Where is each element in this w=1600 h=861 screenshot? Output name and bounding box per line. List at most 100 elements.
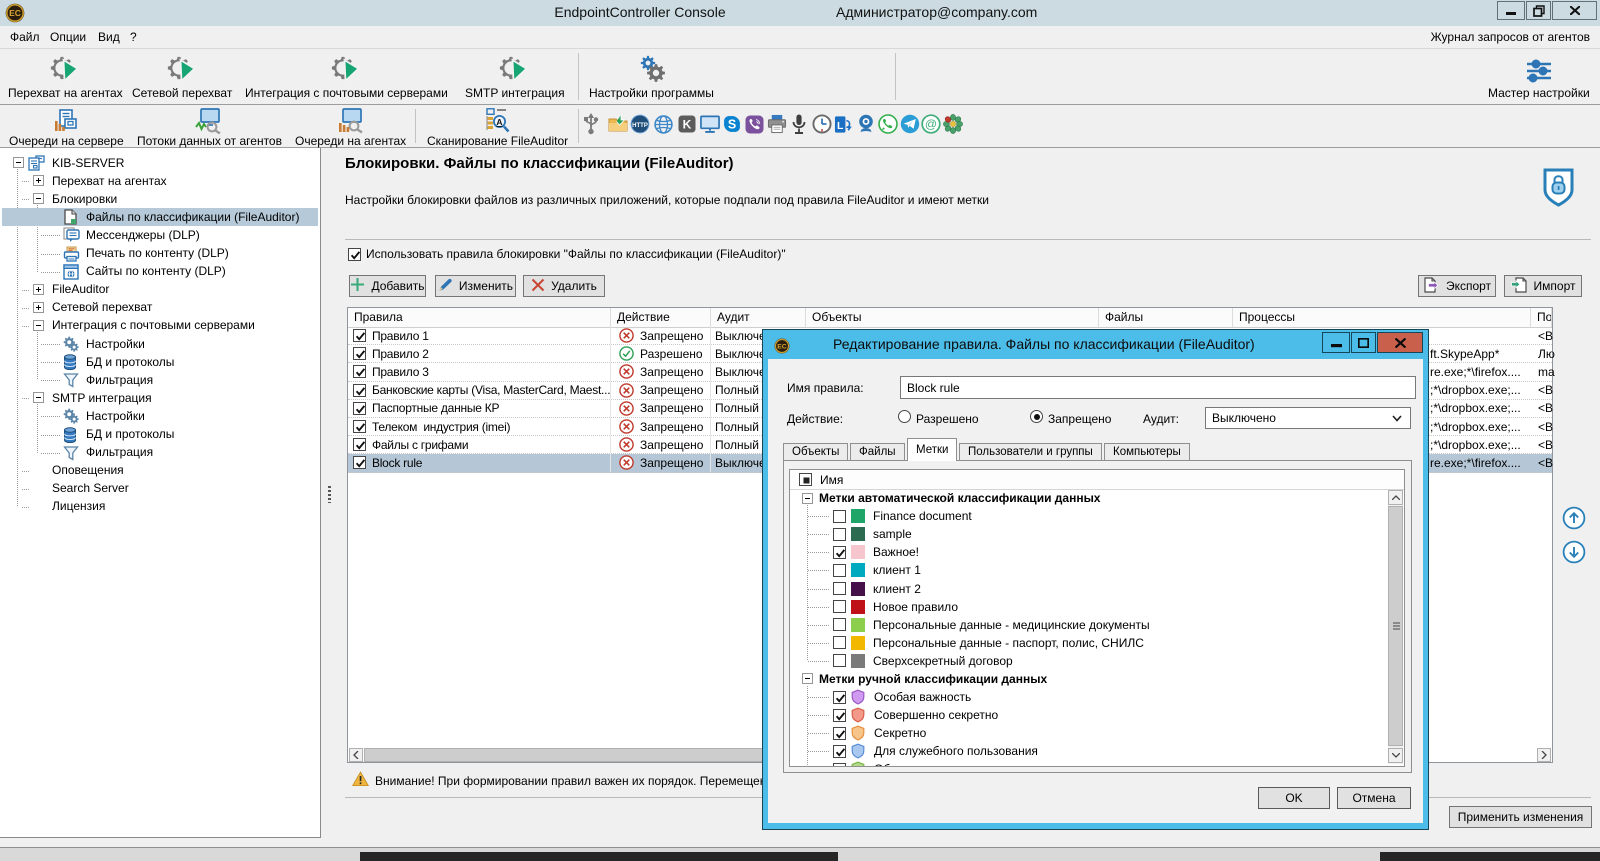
menu-4[interactable]: ? [130,30,137,44]
toolbar-button-3[interactable]: Интеграция с почтовыми серверами [245,49,448,104]
tree-item-настройки[interactable]: Настройки [0,335,320,353]
rule-name-input[interactable]: Block rule [900,376,1416,399]
collapse-expander[interactable] [13,157,24,168]
label-item[interactable]: клиент 1 [790,561,1389,579]
tree-item-fileauditor[interactable]: FileAuditor [0,281,320,299]
agents-request-log-link[interactable]: Журнал запросов от агентов [1431,30,1590,44]
label-item[interactable]: Важное! [790,543,1389,561]
label-checkbox[interactable] [833,654,846,667]
use-rules-checkbox[interactable]: Использовать правила блокировки "Файлы п… [348,247,786,261]
dialog-maximize-button[interactable] [1351,332,1376,353]
menu-3[interactable]: Вид [98,30,120,44]
tree-item-сайты-по-контенту-dlp-[interactable]: Сайты по контенту (DLP) [0,263,320,281]
toolbar2-button-4[interactable]: A Сканирование FileAuditor [427,105,568,147]
label-checkbox[interactable] [833,600,846,613]
expand-expander[interactable] [33,175,44,186]
label-checkbox[interactable] [833,709,846,722]
collapse-expander[interactable] [802,673,813,684]
column-header-7[interactable]: Пользователи [1531,308,1552,327]
move-up-button[interactable] [1562,506,1586,533]
channel-mail-at-icon[interactable]: @ [921,111,941,137]
channel-whatsapp-icon[interactable] [878,111,898,137]
channel-monitor-icon[interactable] [700,111,720,137]
label-checkbox[interactable] [833,582,846,595]
channel-flower-icon[interactable] [943,111,963,137]
toolbar-button-1[interactable]: Перехват на агентах [8,49,123,104]
tree-item-оповещения[interactable]: Оповещения [0,462,320,480]
channel-http-icon[interactable]: HTTP [630,111,650,137]
label-item[interactable]: Новое правило [790,598,1389,616]
tab-2[interactable]: Файлы [850,443,905,461]
label-item[interactable]: sample [790,525,1389,543]
tree-item-smtp-интеграция[interactable]: SMTP интеграция [0,389,320,407]
tree-item-настройки[interactable]: Настройки [0,407,320,425]
label-checkbox[interactable] [833,564,846,577]
toolbar-button-2[interactable]: Сетевой перехват [132,49,232,104]
ok-button[interactable]: OK [1258,787,1330,809]
tab-1[interactable]: Объекты [783,443,848,461]
export-button[interactable]: Экспорт [1418,275,1496,297]
audit-select[interactable]: Выключено [1205,407,1411,429]
hscroll-right-button[interactable] [1537,748,1551,762]
rule-enabled-checkbox[interactable] [353,365,366,378]
radio-allowed[interactable] [898,410,911,423]
collapse-expander[interactable] [33,320,44,331]
channel-lync-icon[interactable]: L [834,111,854,137]
column-header-6[interactable]: Процессы [1233,308,1531,327]
label-item[interactable]: Сверхсекретный договор [790,652,1389,670]
apply-changes-button[interactable]: Применить изменения [1449,806,1592,828]
tree-item-файлы-по-классификации-fileauditor-[interactable]: Файлы по классификации (FileAuditor) [0,208,320,226]
tab-3[interactable]: Метки [907,438,957,461]
tree-item-интеграция-с-почтовыми-серверами[interactable]: Интеграция с почтовыми серверами [0,317,320,335]
channel-k-app-icon[interactable]: K [677,111,697,137]
rule-enabled-checkbox[interactable] [353,329,366,342]
vscroll-thumb[interactable] [1388,506,1403,746]
minimize-button[interactable] [1497,1,1525,20]
select-all-checkbox[interactable] [799,473,812,486]
label-checkbox[interactable] [833,528,846,541]
column-header-5[interactable]: Файлы [1099,308,1233,327]
cancel-button[interactable]: Отмена [1337,787,1411,809]
label-checkbox[interactable] [833,546,846,559]
tree-item-фильтрация[interactable]: Фильтрация [0,371,320,389]
rule-enabled-checkbox[interactable] [353,420,366,433]
rule-enabled-checkbox[interactable] [353,402,366,415]
toolbar2-button-1[interactable]: Очереди на сервере [9,105,124,147]
column-header-1[interactable]: Правила [348,308,611,327]
tree-item-бд-и-протоколы[interactable]: БД и протоколы [0,353,320,371]
label-item[interactable]: Особая важность [790,688,1389,706]
tree-item-бд-и-протоколы[interactable]: БД и протоколы [0,426,320,444]
column-header-2[interactable]: Действие [611,308,711,327]
expand-expander[interactable] [33,302,44,313]
close-button[interactable] [1552,1,1597,20]
channel-printer-icon[interactable] [767,111,787,137]
label-group[interactable]: Метки автоматической классификации данны… [790,489,1389,507]
menu-2[interactable]: Опции [50,30,86,44]
toolbar-button-5[interactable]: Настройки программы [589,49,714,104]
delete-button[interactable]: Удалить [523,275,605,297]
tab-4[interactable]: Пользователи и группы [959,443,1102,461]
label-checkbox[interactable] [833,763,846,767]
tree-item-фильтрация[interactable]: Фильтрация [0,444,320,462]
tree-item-перехват-на-агентах[interactable]: Перехват на агентах [0,172,320,190]
channel-mic-icon[interactable] [789,111,809,137]
label-item[interactable]: клиент 2 [790,579,1389,597]
label-item[interactable]: Персональные данные - медицинские докуме… [790,616,1389,634]
channel-folder-in-icon[interactable] [608,111,628,137]
tree-item-лицензия[interactable]: Лицензия [0,498,320,516]
labels-scrollbar[interactable] [1388,490,1403,764]
label-checkbox[interactable] [833,727,846,740]
label-checkbox[interactable] [833,618,846,631]
column-header-3[interactable]: Аудит [711,308,806,327]
tree-item-печать-по-контенту-dlp-[interactable]: Печать по контенту (DLP) [0,245,320,263]
vscroll-down-button[interactable] [1388,748,1403,763]
splitter-handle[interactable] [328,486,331,503]
radio-denied[interactable] [1030,410,1043,423]
toolbar2-button-3[interactable]: Очереди на агентах [295,105,406,147]
toolbar-button-wizard[interactable]: Мастер настройки [1488,49,1590,104]
import-button[interactable]: Импорт [1504,275,1582,297]
dialog-minimize-button[interactable] [1322,332,1350,353]
label-item[interactable]: Совершенно секретно [790,706,1389,724]
toolbar2-button-2[interactable]: Потоки данных от агентов [137,105,282,147]
edit-button[interactable]: Изменить [435,275,516,297]
